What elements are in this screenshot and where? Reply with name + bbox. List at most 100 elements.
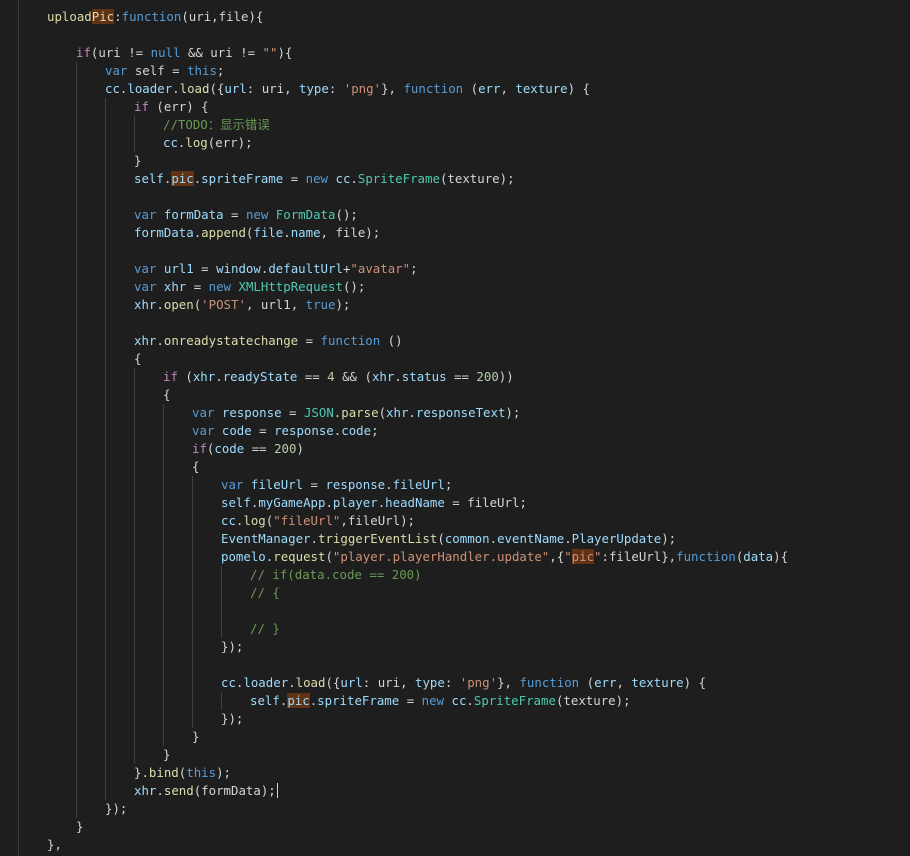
search-match-token: pic [287,693,310,708]
indent-guide [163,404,164,746]
code-token: formData [163,207,224,222]
code-token: readyState [222,369,298,384]
code-token: " [564,549,572,564]
code-token: . [215,369,223,384]
code-token: headName [385,495,445,510]
code-token: ); [335,297,351,312]
code-token: :fileUrl}, [601,549,677,564]
code-token: && uri != [180,45,263,60]
code-token: "fileUrl" [273,513,341,528]
code-token: )) [498,369,514,384]
indent-guide [134,116,135,152]
code-line-text: } [192,728,199,746]
code-token: log [185,135,208,150]
code-token: var [192,423,215,438]
code-token: status [401,369,447,384]
code-token: { [163,387,171,402]
code-line-text: // { [250,584,280,602]
code-token: }); [105,801,128,816]
code-token: this [186,765,217,780]
code-line-text: }); [221,710,243,728]
code-token: response [325,477,386,492]
code-token: . [172,81,180,96]
code-token: response [274,423,334,438]
code-token: , url1, [245,297,306,312]
indent-guide [192,476,193,728]
code-token: cc [105,81,120,96]
code-token: url [340,675,363,690]
code-token: && ( [334,369,372,384]
code-line-text: self.pic.spriteFrame = new cc.SpriteFram… [134,170,515,188]
code-token: }. [134,765,149,780]
code-token: = [223,207,246,222]
code-line-text: if(uri != null && uri != ""){ [76,44,292,62]
code-line-text: if (err) { [134,98,209,116]
code-token: ({ [325,675,341,690]
code-line-text: var response = JSON.parse(xhr.responseTe… [192,404,520,422]
code-token: responseText [415,405,506,420]
code-line-text: if (xhr.readyState == 4 && (xhr.status =… [163,368,514,386]
code-token: = [298,333,321,348]
code-token: load [179,81,210,96]
code-line-text: } [134,152,141,170]
code-token: self [221,495,251,510]
code-line-text: var xhr = new XMLHttpRequest(); [134,278,365,296]
code-token: cc [221,513,236,528]
code-token: loader [127,81,173,96]
code-token: null [150,45,181,60]
code-line-text: // } [250,620,280,638]
code-token: code [341,423,372,438]
code-token: . [564,531,572,546]
code-token: }); [221,711,244,726]
code-token: : uri, [362,675,415,690]
code-token: SpriteFrame [357,171,440,186]
indent-guide [134,368,135,764]
code-token: load [295,675,326,690]
code-token: "player.playerHandler.update" [332,549,550,564]
code-token: loader [243,675,289,690]
code-line-text: xhr.open('POST', url1, true); [134,296,350,314]
code-token: self = [127,63,188,78]
code-token: cc [221,675,236,690]
code-token: if [134,99,149,114]
code-token: triggerEventList [318,531,438,546]
code-token: xhr [163,279,187,294]
code-line-text: xhr.send(formData); [134,782,278,800]
code-editor[interactable]: uploadPic:function(uri,file){if(uri != n… [0,0,910,856]
code-token: . [385,477,393,492]
code-token: == [297,369,328,384]
code-line-text: var fileUrl = response.fileUrl; [221,476,452,494]
code-token: } [192,729,200,744]
code-token: type [415,675,445,690]
code-token: . [466,693,474,708]
code-token: ( [579,675,595,690]
code-token: = [399,693,422,708]
search-match-token: pic [571,549,595,564]
code-token: function [676,549,736,564]
code-token: . [394,369,402,384]
code-token: // { [250,585,280,600]
code-token: . [408,405,416,420]
code-token: } [134,153,142,168]
code-token: ){ [773,549,789,564]
code-token: new [421,693,445,708]
code-token: . [156,783,164,798]
code-line-text: EventManager.triggerEventList(common.eve… [221,530,676,548]
code-token: } [76,819,84,834]
code-line-text: } [76,818,83,836]
code-token: (texture); [439,171,515,186]
code-token: ; [371,423,379,438]
code-token: if [76,45,91,60]
code-token: ,{ [549,549,565,564]
code-token: upload [47,9,92,24]
code-token: }, [381,81,404,96]
code-token: "" [262,45,278,60]
code-token: . [283,225,291,240]
code-token: , [500,81,516,96]
code-token: ) { [683,675,706,690]
code-token: xhr [192,369,216,384]
code-token: . [288,675,296,690]
